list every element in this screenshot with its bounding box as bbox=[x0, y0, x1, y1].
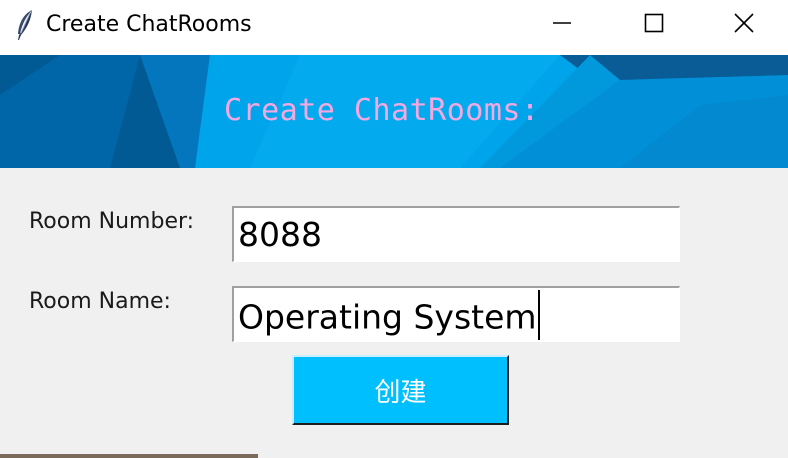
create-chatrooms-window: Create ChatRooms Create ChatRooms: Room … bbox=[0, 0, 788, 458]
window-title: Create ChatRooms bbox=[46, 12, 252, 37]
maximize-icon bbox=[644, 13, 664, 37]
room-name-value: Operating System bbox=[238, 297, 537, 337]
create-button[interactable]: 创建 bbox=[292, 355, 509, 425]
bottom-edge bbox=[0, 454, 258, 458]
maximize-button[interactable] bbox=[608, 0, 700, 50]
close-icon bbox=[734, 13, 754, 37]
title-bar[interactable]: Create ChatRooms bbox=[0, 0, 788, 55]
room-number-label: Room Number: bbox=[29, 209, 195, 234]
banner-title: Create ChatRooms: bbox=[224, 93, 540, 128]
minimize-button[interactable] bbox=[516, 0, 608, 50]
feather-icon bbox=[14, 8, 36, 42]
minimize-icon bbox=[552, 13, 572, 37]
close-button[interactable] bbox=[700, 0, 788, 50]
room-number-value: 8088 bbox=[238, 215, 322, 254]
room-name-input[interactable]: Operating System bbox=[232, 286, 680, 342]
room-number-input[interactable]: 8088 bbox=[232, 206, 680, 262]
room-name-label: Room Name: bbox=[29, 289, 171, 314]
text-caret bbox=[537, 290, 540, 340]
header-banner: Create ChatRooms: bbox=[0, 55, 788, 168]
